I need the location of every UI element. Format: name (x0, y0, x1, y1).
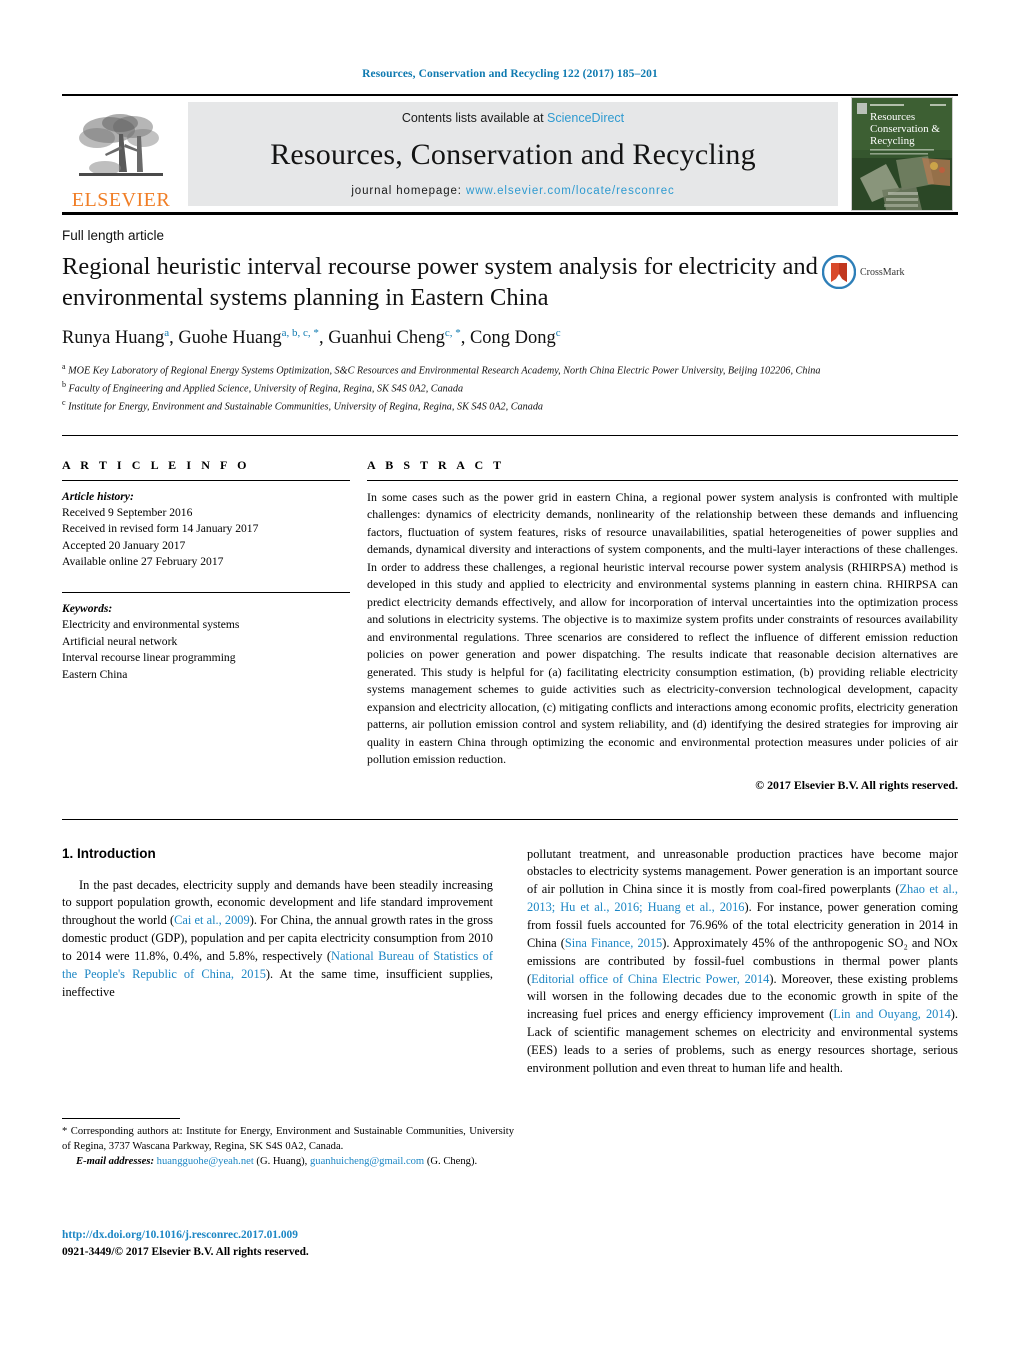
homepage-url-link[interactable]: www.elsevier.com/locate/resconrec (466, 185, 675, 197)
keyword-1: Artificial neural network (62, 634, 178, 648)
article-history-item-2: Accepted 20 January 2017 (62, 538, 186, 552)
body-columns: 1. Introduction In the past decades, ele… (62, 846, 958, 1078)
intro-paragraph-left: In the past decades, electricity supply … (62, 877, 493, 1002)
keyword-0: Electricity and environmental systems (62, 618, 240, 632)
affiliation-b-mark: b (62, 379, 66, 389)
abstract-heading: A B S T R A C T (367, 457, 505, 472)
author-3-name: Cong Dong (469, 327, 556, 348)
keywords-rule (62, 591, 350, 593)
affiliation-b: b Faculty of Engineering and Applied Sci… (62, 379, 958, 397)
contents-available-line: Contents lists available at ScienceDirec… (402, 111, 624, 125)
affiliation-list: a MOE Key Laboratory of Regional Energy … (62, 361, 958, 415)
email-link-cheng[interactable]: guanhuicheng@gmail.com (310, 1156, 424, 1167)
contents-prefix: Contents lists available at (401, 111, 548, 125)
article-history-label: Article history: (62, 489, 134, 503)
author-1-name: Guohe Huang (178, 327, 282, 348)
footnote-email-indent-wrap: E-mail addresses: huangguohe@yeah.net (G… (62, 1155, 514, 1170)
email-owner-cheng: (G. Cheng). (426, 1155, 478, 1167)
homepage-label: journal homepage: (351, 185, 462, 197)
page-title: Regional heuristic interval recourse pow… (62, 253, 818, 312)
affiliation-c-text: Institute for Energy, Environment and Su… (68, 401, 544, 413)
article-info-rule (62, 479, 350, 481)
doi-link[interactable]: http://dx.doi.org/10.1016/j.resconrec.20… (62, 1227, 514, 1244)
header-separator-rule (62, 434, 958, 436)
footnote-email-line: E-mail addresses: huangguohe@yeah.net (G… (62, 1155, 514, 1170)
citation-link[interactable]: Editorial office of China Electric Power… (531, 972, 769, 986)
elsevier-tree-icon (79, 114, 163, 176)
footnote-corresponding-text: * Corresponding authors at: Institute fo… (62, 1126, 514, 1152)
paragraph-run: pollutant treatment, and unreasonable pr… (527, 846, 958, 897)
journal-cover-block: Resources Conservation & Recycling (846, 96, 958, 212)
keyword-2: Interval recourse linear programming (62, 651, 236, 665)
citation-link[interactable]: Sina Finance, 2015 (565, 936, 662, 950)
svg-text:Resources: Resources (870, 111, 915, 123)
author-2-name: Guanhui Cheng (328, 327, 445, 348)
elsevier-logo[interactable]: ELSEVIER (62, 96, 180, 212)
affiliation-c: c Institute for Energy, Environment and … (62, 397, 958, 415)
abstract-rule (367, 479, 958, 481)
article-info-column: A R T I C L E I N F O Article history: R… (62, 458, 360, 793)
doi-footer: http://dx.doi.org/10.1016/j.resconrec.20… (62, 1227, 514, 1260)
crossmark-badge[interactable]: CrossMark (822, 255, 922, 289)
journal-homepage-line: journal homepage: www.elsevier.com/locat… (351, 185, 674, 197)
affiliation-b-text: Faculty of Engineering and Applied Scien… (68, 383, 464, 395)
email-addresses-label: E-mail addresses: (76, 1155, 154, 1167)
corresponding-author-footnote: * Corresponding authors at: Institute fo… (62, 1118, 514, 1169)
email-link-huang[interactable]: huangguohe@yeah.net (157, 1156, 254, 1167)
keywords-label: Keywords: (62, 601, 113, 615)
running-head: Resources, Conservation and Recycling 12… (362, 68, 658, 80)
sciencedirect-link[interactable]: ScienceDirect (547, 111, 624, 125)
affiliation-c-mark: c (62, 397, 66, 407)
affiliation-a: a MOE Key Laboratory of Regional Energy … (62, 361, 958, 379)
abstract-column: A B S T R A C T In some cases such as th… (360, 458, 958, 793)
journal-article-page: Resources, Conservation and Recycling 12… (0, 0, 1020, 1351)
affiliation-a-mark: a (62, 361, 66, 371)
article-history-group: Article history: Received 9 September 20… (62, 489, 350, 571)
elsevier-wordmark: ELSEVIER (71, 189, 171, 211)
section-heading-introduction: 1. Introduction (62, 845, 156, 861)
body-column-right: pollutant treatment, and unreasonable pr… (527, 846, 958, 1078)
footnote-rule (62, 1118, 180, 1119)
author-3-marks: c (555, 326, 561, 339)
article-history-item-1: Received in revised form 14 January 2017 (62, 522, 259, 536)
intro-paragraph-right: pollutant treatment, and unreasonable pr… (527, 846, 958, 1078)
svg-text:Conservation &: Conservation & (870, 123, 940, 135)
masthead-bottom-rule (62, 212, 958, 215)
author-1-marks: a, b, c, * (281, 326, 319, 339)
issn-copyright-line: 0921-3449/© 2017 Elsevier B.V. All right… (62, 1245, 309, 1258)
crossmark-label: CrossMark (860, 266, 905, 278)
journal-cover-image[interactable]: Resources Conservation & Recycling (851, 97, 953, 211)
author-3: Cong Dongc (469, 326, 561, 348)
author-0-marks: a (164, 326, 170, 339)
journal-title: Resources, Conservation and Recycling (270, 138, 756, 171)
citation-link[interactable]: Cai et al., 2009 (174, 913, 250, 927)
article-history-item-0: Received 9 September 2016 (62, 505, 193, 519)
article-info-heading: A R T I C L E I N F O (62, 457, 251, 472)
article-type-label: Full length article (62, 228, 165, 243)
keywords-group: Keywords: Electricity and environmental … (62, 601, 350, 683)
author-2-marks: c, * (444, 326, 461, 339)
affiliation-a-text: MOE Key Laboratory of Regional Energy Sy… (68, 365, 821, 377)
citation-link[interactable]: Lin and Ouyang, 2014 (833, 1007, 950, 1021)
author-0: Runya Huanga (62, 326, 170, 348)
author-0-name: Runya Huang (62, 327, 165, 348)
author-1: Guohe Huanga, b, c, * (178, 326, 319, 348)
info-abstract-region: A R T I C L E I N F O Article history: R… (62, 458, 958, 793)
svg-text:Recycling: Recycling (870, 135, 915, 147)
keyword-3: Eastern China (62, 667, 128, 681)
title-row: Regional heuristic interval recourse pow… (62, 251, 958, 314)
journal-cover-artwork: Resources Conservation & Recycling (852, 98, 952, 210)
article-history-item-3: Available online 27 February 2017 (62, 555, 224, 569)
body-column-left: 1. Introduction In the past decades, ele… (62, 846, 493, 1078)
body-separator-rule (62, 818, 958, 820)
email-owner-huang: (G. Huang), (256, 1155, 308, 1167)
author-2: Guanhui Chengc, * (328, 326, 461, 348)
masthead-center-panel: Contents lists available at ScienceDirec… (188, 102, 838, 206)
journal-masthead: ELSEVIER Contents lists available at Sci… (62, 96, 958, 212)
author-list: Runya Huanga, Guohe Huanga, b, c, *, Gua… (62, 326, 561, 348)
abstract-copyright: © 2017 Elsevier B.V. All rights reserved… (755, 777, 958, 792)
abstract-text: In some cases such as the power grid in … (367, 489, 958, 767)
crossmark-icon (822, 255, 856, 289)
